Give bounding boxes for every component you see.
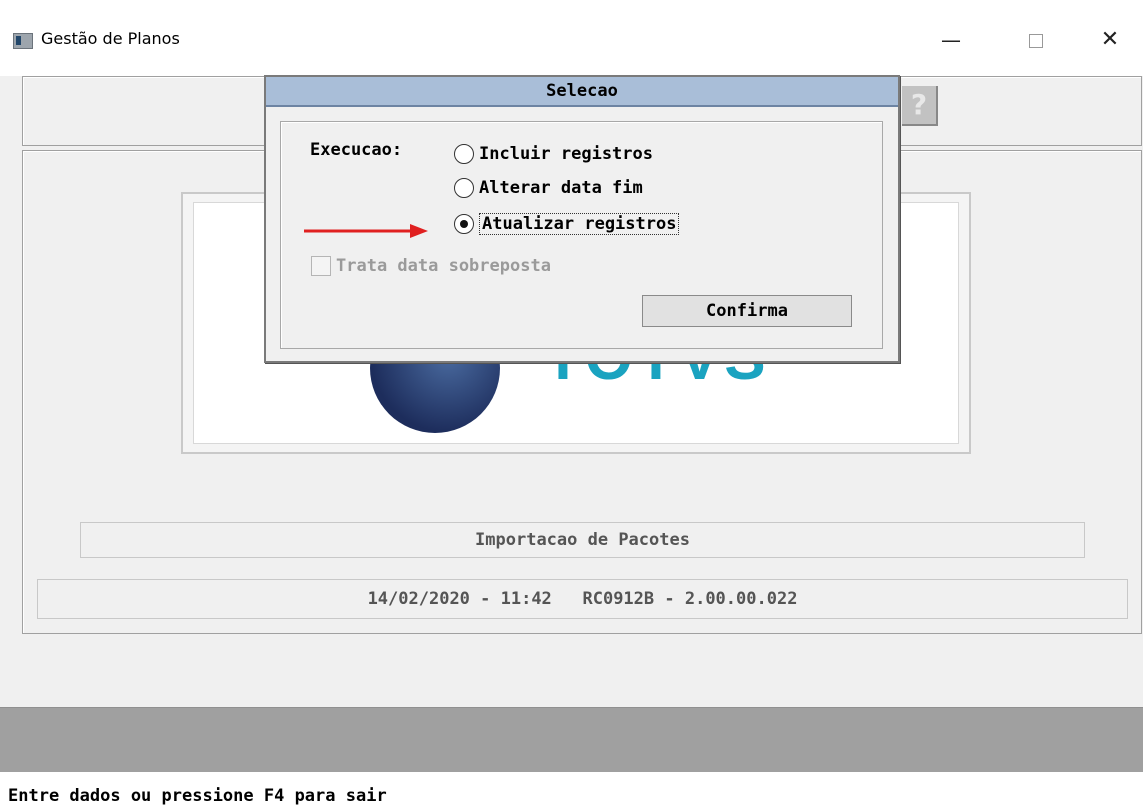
radio-label: Incluir registros	[479, 144, 653, 164]
checkbox-icon[interactable]	[311, 256, 331, 276]
close-button[interactable]: ✕	[1090, 22, 1130, 58]
confirma-button[interactable]: Confirma	[642, 295, 852, 327]
maximize-button[interactable]	[1016, 22, 1056, 58]
window-title: Gestão de Planos	[41, 29, 180, 48]
radio-incluir-registros[interactable]: Incluir registros	[454, 141, 653, 167]
title-bar: Gestão de Planos — ✕	[0, 0, 1143, 76]
dialog-title: Selecao	[266, 77, 898, 107]
trata-data-sobreposta-checkbox[interactable]: Trata data sobreposta	[311, 256, 551, 276]
maximize-icon	[1029, 33, 1043, 48]
red-arrow-icon	[304, 224, 428, 238]
status-text: Entre dados ou pressione F4 para sair	[8, 786, 387, 806]
version-label: 14/02/2020 - 11:42 RC0912B - 2.00.00.022	[37, 579, 1128, 619]
checkbox-label: Trata data sobreposta	[336, 256, 551, 276]
execucao-label: Execucao:	[310, 140, 403, 160]
minimize-button[interactable]: —	[931, 22, 971, 58]
radio-button-icon[interactable]	[454, 178, 474, 198]
radio-button-checked-icon[interactable]	[454, 214, 474, 234]
radio-button-icon[interactable]	[454, 144, 474, 164]
radio-alterar-data-fim[interactable]: Alterar data fim	[454, 175, 643, 201]
question-mark-icon[interactable]: ?	[902, 86, 938, 126]
app-icon	[13, 33, 33, 49]
radio-atualizar-registros[interactable]: Atualizar registros	[454, 211, 680, 237]
radio-label: Alterar data fim	[479, 178, 643, 198]
radio-label: Atualizar registros	[479, 213, 680, 235]
gray-bar	[0, 707, 1143, 772]
import-title-label: Importacao de Pacotes	[80, 522, 1085, 558]
